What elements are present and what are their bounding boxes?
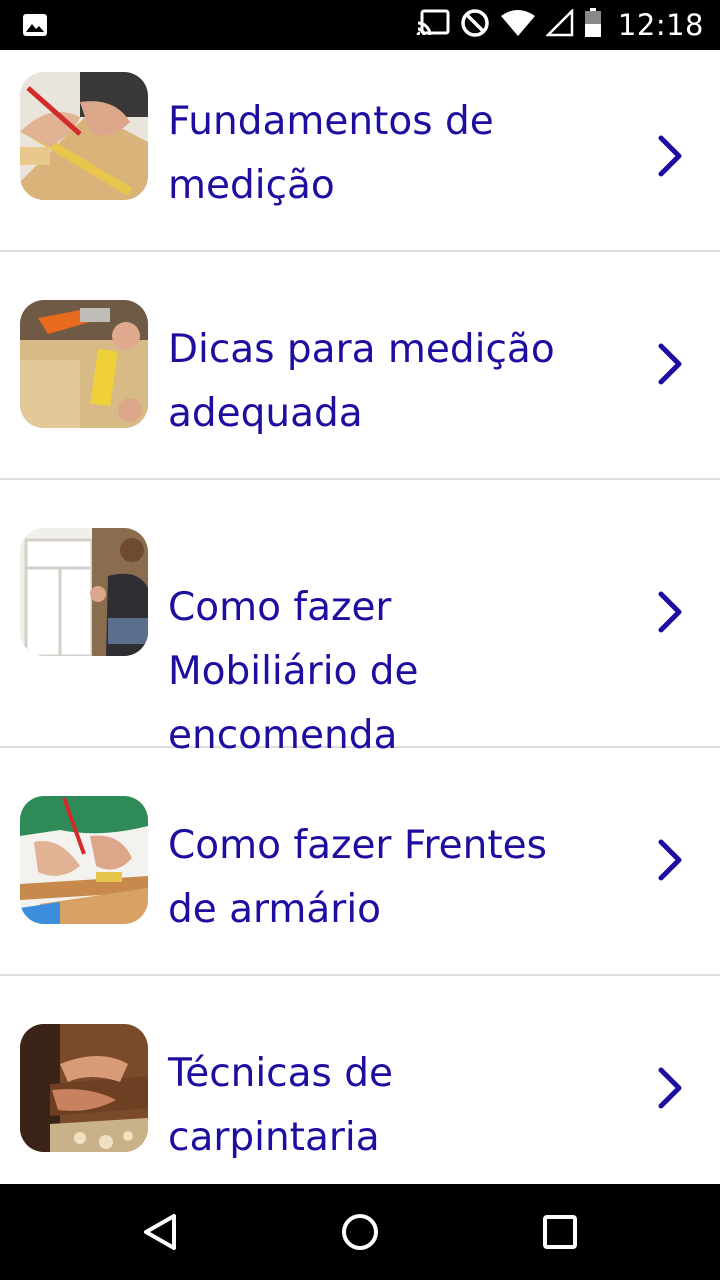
chevron-right-icon bbox=[658, 591, 682, 633]
item-title: Fundamentos de medição bbox=[168, 99, 494, 208]
back-icon[interactable] bbox=[130, 1208, 190, 1256]
item-title: Como fazer Frentes de armário bbox=[168, 823, 547, 932]
chevron-right-icon bbox=[658, 1067, 682, 1109]
item-title: Dicas para medição adequada bbox=[168, 327, 555, 436]
home-icon[interactable] bbox=[330, 1208, 390, 1256]
list-item-tecnicas[interactable]: Técnicas de carpintaria bbox=[0, 976, 720, 1184]
clock: 12:18 bbox=[617, 8, 704, 42]
battery-icon bbox=[584, 8, 602, 42]
cell-signal-icon bbox=[544, 7, 574, 41]
navigation-bar bbox=[0, 1184, 720, 1280]
tape-measure-closeup-image bbox=[20, 300, 148, 428]
item-title: Como fazer Mobiliário de encomenda bbox=[168, 585, 419, 758]
cast-icon bbox=[416, 9, 450, 41]
chevron-right-icon bbox=[658, 343, 682, 385]
list-item-mobiliario[interactable]: Como fazer Mobiliário de encomenda bbox=[0, 480, 720, 758]
do-not-disturb-icon bbox=[460, 8, 490, 42]
list-item-dicas[interactable]: Dicas para medição adequada bbox=[0, 252, 720, 480]
cabinet-installation-image bbox=[20, 528, 148, 656]
marking-wood-image bbox=[20, 796, 148, 924]
recents-icon[interactable] bbox=[530, 1208, 590, 1256]
list-item-frentes[interactable]: Como fazer Frentes de armário bbox=[0, 748, 720, 976]
chevron-right-icon bbox=[658, 839, 682, 881]
topic-list: Fundamentos de medição Dicas para mediçã… bbox=[0, 50, 720, 1184]
status-bar: 12:18 bbox=[0, 0, 720, 50]
image-notification-icon bbox=[22, 13, 48, 41]
wifi-icon bbox=[500, 9, 536, 41]
hand-plane-image bbox=[20, 1024, 148, 1152]
chevron-right-icon bbox=[658, 135, 682, 177]
item-title: Técnicas de carpintaria bbox=[168, 1051, 393, 1160]
list-item-fundamentos[interactable]: Fundamentos de medição bbox=[0, 50, 720, 252]
measuring-tape-wood-image bbox=[20, 72, 148, 200]
